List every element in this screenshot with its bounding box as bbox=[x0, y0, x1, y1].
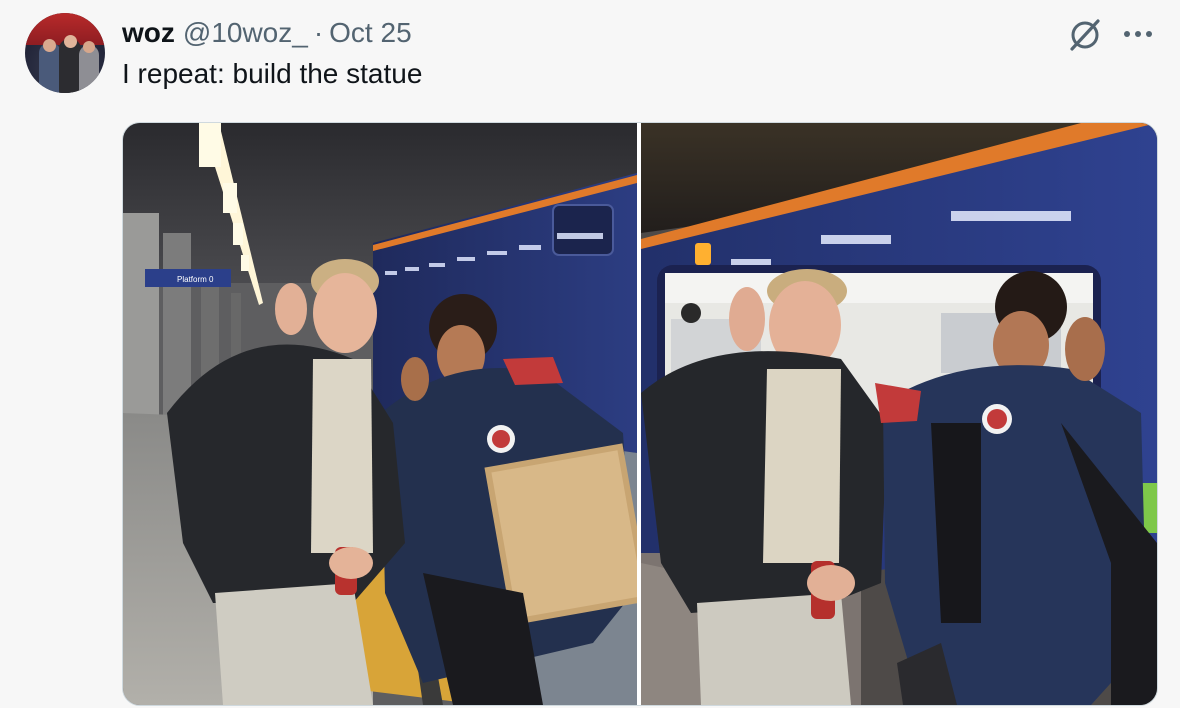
tweet[interactable]: woz @10woz_ · Oct 25 I repeat: build the… bbox=[0, 0, 1180, 708]
author-name[interactable]: woz bbox=[122, 17, 175, 49]
author-handle[interactable]: @10woz_ bbox=[183, 17, 308, 49]
media-grid: Platform 0 bbox=[122, 122, 1158, 706]
grok-icon[interactable] bbox=[1066, 16, 1104, 54]
tweet-text: I repeat: build the statue bbox=[122, 58, 423, 89]
tweet-date[interactable]: Oct 25 bbox=[329, 17, 411, 49]
photo-1[interactable]: Platform 0 bbox=[123, 123, 637, 705]
author-avatar[interactable] bbox=[25, 13, 105, 93]
photo-2[interactable] bbox=[641, 123, 1157, 705]
platform-sign: Platform 0 bbox=[177, 275, 214, 284]
tweet-header: woz @10woz_ · Oct 25 bbox=[122, 15, 412, 51]
more-options-icon[interactable] bbox=[1118, 18, 1158, 50]
separator-dot: · bbox=[313, 17, 324, 48]
